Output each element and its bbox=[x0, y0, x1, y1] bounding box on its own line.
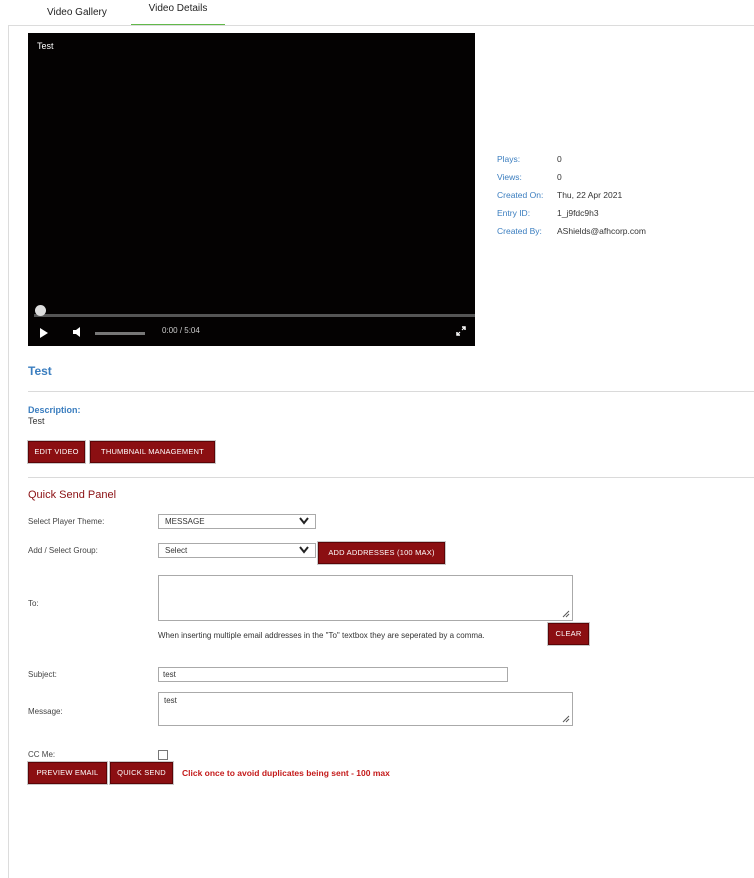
divider bbox=[28, 477, 754, 478]
resize-grip-icon[interactable] bbox=[562, 610, 570, 618]
description-label: Description: bbox=[28, 405, 81, 415]
seek-handle[interactable] bbox=[35, 305, 46, 316]
group-value: Select bbox=[165, 546, 188, 555]
add-addresses-button[interactable]: ADD ADDRESSES (100 MAX) bbox=[318, 542, 445, 564]
quick-send-button[interactable]: QUICK SEND bbox=[110, 762, 173, 784]
meta-key: Created By: bbox=[497, 226, 542, 236]
time-display: 0:00 / 5:04 bbox=[162, 326, 200, 335]
meta-value: 0 bbox=[557, 154, 562, 164]
player-theme-select[interactable]: MESSAGE bbox=[158, 514, 316, 529]
volume-icon[interactable] bbox=[73, 327, 83, 337]
play-icon[interactable] bbox=[40, 328, 48, 338]
quick-send-title: Quick Send Panel bbox=[28, 489, 117, 501]
tab-bar: Video Gallery Video Details bbox=[0, 0, 754, 26]
player-controls: 0:00 / 5:04 bbox=[28, 305, 475, 346]
player-theme-label: Select Player Theme: bbox=[28, 517, 105, 526]
edit-video-button[interactable]: EDIT VIDEO bbox=[28, 441, 85, 463]
group-label: Add / Select Group: bbox=[28, 546, 98, 555]
cc-label: CC Me: bbox=[28, 750, 56, 759]
meta-created-by: Created By: AShields@afhcorp.com bbox=[497, 222, 646, 240]
meta-entry-id: Entry ID: 1_j9fdc9h3 bbox=[497, 204, 646, 222]
current-time: 0:00 bbox=[162, 326, 178, 335]
meta-views: Views: 0 bbox=[497, 168, 646, 186]
divider bbox=[28, 391, 754, 392]
description-text: Test bbox=[28, 416, 45, 426]
chevron-down-icon bbox=[299, 546, 309, 554]
message-textarea[interactable]: test bbox=[158, 692, 573, 726]
subject-label: Subject: bbox=[28, 670, 57, 679]
message-value: test bbox=[164, 696, 177, 705]
tab-video-details-label: Video Details bbox=[148, 3, 208, 14]
meta-value: 0 bbox=[557, 172, 562, 182]
meta-key: Views: bbox=[497, 172, 522, 182]
meta-plays: Plays: 0 bbox=[497, 150, 646, 168]
subject-input[interactable]: test bbox=[158, 667, 508, 682]
video-player[interactable]: Test 0:00 / 5:04 bbox=[28, 33, 475, 346]
preview-email-button[interactable]: PREVIEW EMAIL bbox=[28, 762, 107, 784]
meta-key: Plays: bbox=[497, 154, 521, 164]
meta-created-on: Created On: Thu, 22 Apr 2021 bbox=[497, 186, 646, 204]
meta-value: Thu, 22 Apr 2021 bbox=[557, 190, 623, 200]
cc-me-checkbox[interactable] bbox=[158, 750, 168, 760]
meta-value: AShields@afhcorp.com bbox=[557, 226, 646, 236]
seek-bar[interactable] bbox=[34, 305, 475, 317]
message-label: Message: bbox=[28, 707, 63, 716]
to-label: To: bbox=[28, 599, 39, 608]
player-title: Test bbox=[37, 41, 54, 51]
resize-grip-icon[interactable] bbox=[562, 715, 570, 723]
to-hint: When inserting multiple email addresses … bbox=[158, 631, 485, 640]
meta-key: Entry ID: bbox=[497, 208, 531, 218]
volume-slider[interactable] bbox=[95, 332, 145, 335]
thumbnail-management-button[interactable]: THUMBNAIL MANAGEMENT bbox=[90, 441, 215, 463]
group-select[interactable]: Select bbox=[158, 543, 316, 558]
fullscreen-icon[interactable] bbox=[456, 326, 466, 336]
chevron-down-icon bbox=[299, 517, 309, 525]
duplicate-warning: Click once to avoid duplicates being sen… bbox=[182, 768, 390, 778]
clear-button[interactable]: CLEAR bbox=[548, 623, 589, 645]
video-meta: Plays: 0 Views: 0 Created On: Thu, 22 Apr 2… bbox=[497, 150, 646, 240]
video-title: Test bbox=[28, 364, 52, 378]
tab-video-details[interactable]: Video Details bbox=[131, 0, 225, 26]
meta-value: 1_j9fdc9h3 bbox=[557, 208, 599, 218]
tab-video-gallery[interactable]: Video Gallery bbox=[47, 7, 107, 18]
meta-key: Created On: bbox=[497, 190, 544, 200]
player-theme-value: MESSAGE bbox=[165, 517, 205, 526]
duration: / 5:04 bbox=[179, 326, 200, 335]
to-textarea[interactable] bbox=[158, 575, 573, 621]
